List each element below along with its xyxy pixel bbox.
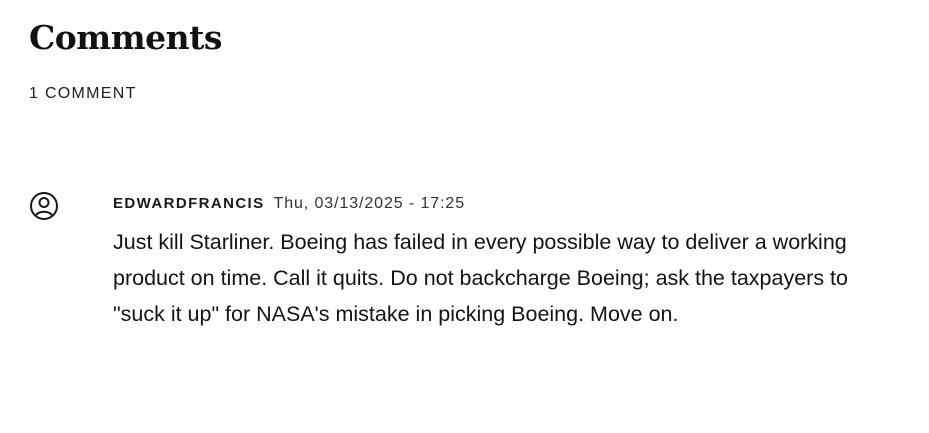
user-circle-icon <box>29 191 59 221</box>
comment-meta: EDWARDFRANCIS Thu, 03/13/2025 - 17:25 <box>113 190 873 218</box>
comment-count: 1 COMMENT <box>29 85 137 102</box>
comment-date: Thu, 03/13/2025 - 17:25 <box>273 195 466 212</box>
comment-body: EDWARDFRANCIS Thu, 03/13/2025 - 17:25 Jus… <box>113 190 873 332</box>
comment-text: Just kill Starliner. Boeing has failed i… <box>113 230 848 326</box>
comment-author[interactable]: EDWARDFRANCIS <box>113 195 265 212</box>
comments-heading: Comments <box>29 18 222 57</box>
